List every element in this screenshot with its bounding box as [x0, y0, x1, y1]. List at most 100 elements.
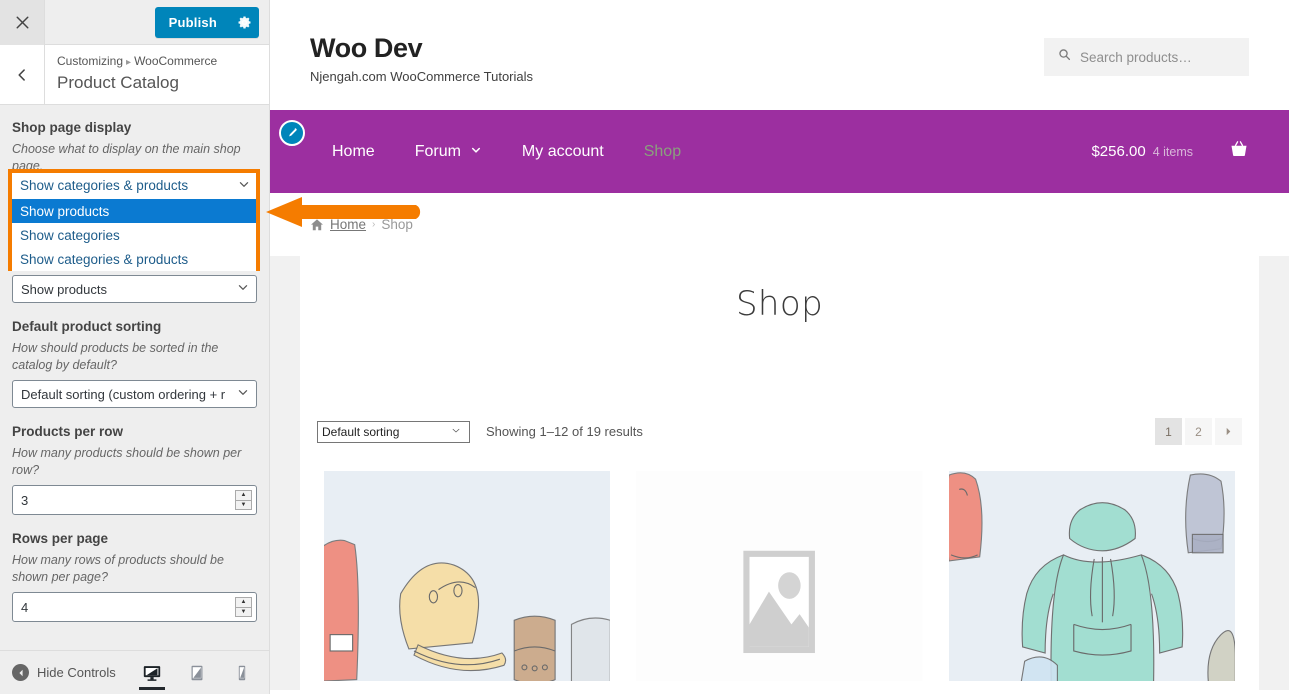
shop-page-title: Shop [735, 284, 824, 324]
close-icon[interactable] [0, 0, 45, 45]
stepper-down-icon[interactable]: ▼ [236, 501, 251, 510]
control-label: Default product sorting [12, 319, 162, 334]
product-thumbnail-1[interactable] [324, 471, 611, 681]
hide-controls-label: Hide Controls [37, 665, 116, 680]
dropdown-option-show-products[interactable]: Show products [12, 199, 256, 223]
search-input[interactable]: Search products… [1044, 38, 1249, 76]
control-description: How many products should be shown per ro… [12, 446, 242, 477]
primary-navigation: Home Forum My account Shop $256.004 ite [270, 110, 1289, 193]
site-preview: Woo Dev Njengah.com WooCommerce Tutorial… [270, 0, 1289, 694]
catalog-ordering-select[interactable]: Default sorting [317, 420, 470, 443]
control-description: How should products be sorted in the cat… [12, 341, 219, 372]
dropdown-option-show-categories[interactable]: Show categories [12, 223, 256, 247]
quantity-stepper[interactable]: ▲ ▼ [235, 597, 252, 617]
breadcrumb-section: WooCommerce [134, 54, 218, 68]
device-tablet-button[interactable] [184, 655, 210, 691]
nav-item-label: My account [521, 142, 604, 160]
customizer-sidebar: Publish Customizing ▸ WooCommerce Produc… [0, 0, 270, 694]
collapse-arrow-icon [12, 664, 29, 681]
home-icon [311, 218, 323, 230]
quantity-stepper[interactable]: ▲ ▼ [235, 490, 252, 510]
chevron-down-icon [451, 425, 461, 438]
product-thumbnail-2-placeholder[interactable] [636, 471, 923, 681]
select-value: Show products [21, 281, 107, 297]
nav-item-home[interactable]: Home [312, 141, 395, 163]
chevron-down-icon [470, 141, 482, 163]
search-placeholder: Search products… [1080, 49, 1192, 65]
cart-summary[interactable]: $256.00 4 items [1091, 139, 1249, 164]
breadcrumb-current: Shop [381, 217, 413, 232]
customizer-controls: Shop page display Choose what to display… [0, 105, 269, 650]
control-label: Shop page display [12, 120, 132, 135]
publish-button-group[interactable]: Publish [154, 7, 259, 38]
gear-icon[interactable] [229, 7, 259, 38]
basket-icon[interactable] [1229, 139, 1249, 164]
stepper-up-icon[interactable]: ▲ [236, 491, 251, 501]
control-description: How many rows of products should be show… [12, 553, 224, 584]
default-product-sorting-select[interactable]: Default sorting (custom ordering + r [12, 380, 257, 408]
dropdown-option-show-categories-products[interactable]: Show categories & products [12, 247, 256, 271]
device-desktop-button[interactable] [139, 655, 165, 691]
nav-item-label: Forum [414, 142, 461, 160]
shop-page-display-dropdown-open[interactable]: Show categories & products Show products… [8, 169, 260, 271]
stepper-down-icon[interactable]: ▼ [236, 608, 251, 617]
publish-button[interactable]: Publish [155, 7, 229, 38]
hide-controls-button[interactable]: Hide Controls [12, 664, 116, 681]
nav-item-forum[interactable]: Forum [395, 141, 502, 163]
device-preview-switcher [139, 651, 255, 694]
pagination-page-2[interactable]: 2 [1185, 418, 1212, 445]
breadcrumb-separator: ▸ [126, 57, 132, 68]
shop-page-display-select[interactable]: Show products [12, 275, 257, 303]
dropdown-current-value[interactable]: Show categories & products [12, 173, 256, 199]
cart-item-count: 4 items [1152, 144, 1193, 159]
chevron-down-icon [238, 178, 250, 193]
control-products-per-row: Products per row How many products shoul… [12, 423, 257, 515]
product-thumbnail-3[interactable] [948, 471, 1235, 681]
control-label: Rows per page [12, 531, 109, 546]
pagination-page-1[interactable]: 1 [1155, 418, 1182, 445]
control-label: Products per row [12, 424, 124, 439]
number-value: 4 [21, 599, 29, 615]
device-mobile-button[interactable] [229, 655, 255, 691]
customizer-panel-header: Customizing ▸ WooCommerce Product Catalog [0, 45, 269, 105]
customizer-topbar: Publish [0, 0, 269, 45]
nav-item-my-account[interactable]: My account [502, 141, 624, 163]
chevron-left-icon[interactable] [0, 45, 45, 104]
cart-text: $256.00 4 items [1091, 143, 1193, 161]
select-value: Default sorting (custom ordering + r [21, 386, 226, 402]
nav-item-label: Home [332, 142, 375, 160]
dropdown-current-label: Show categories & products [20, 178, 189, 193]
shop-page-outer: Shop Default sorting Showing 1–12 of 19 … [270, 256, 1289, 690]
rows-per-page-input[interactable]: 4 ▲ ▼ [12, 592, 257, 622]
breadcrumb-root: Customizing [57, 54, 124, 68]
shop-page-content: Shop Default sorting Showing 1–12 of 19 … [300, 256, 1259, 690]
site-tagline: Njengah.com WooCommerce Tutorials [310, 69, 534, 84]
customizer-titles: Customizing ▸ WooCommerce Product Catalog [45, 45, 229, 104]
site-branding: Woo Dev Njengah.com WooCommerce Tutorial… [310, 32, 533, 85]
breadcrumb-home-link[interactable]: Home [330, 217, 366, 232]
shop-toolbar: Default sorting Showing 1–12 of 19 resul… [314, 418, 1245, 445]
result-count: Showing 1–12 of 19 results [486, 424, 643, 439]
next-page-icon[interactable] [1215, 418, 1242, 445]
nav-item-label: Shop [643, 142, 682, 160]
pagination: 1 2 [1155, 418, 1242, 445]
site-header: Woo Dev Njengah.com WooCommerce Tutorial… [270, 0, 1289, 110]
product-grid [314, 471, 1245, 681]
cart-amount: $256.00 [1091, 142, 1146, 160]
nav-items: Home Forum My account Shop [312, 141, 701, 163]
breadcrumb-bar: Home › Shop [270, 193, 1289, 256]
page-title: Product Catalog [57, 73, 179, 92]
nav-item-shop[interactable]: Shop [624, 141, 701, 163]
stepper-up-icon[interactable]: ▲ [236, 598, 251, 608]
breadcrumb: Customizing ▸ WooCommerce [57, 54, 217, 70]
site-title[interactable]: Woo Dev [310, 32, 533, 64]
breadcrumb-separator: › [372, 219, 376, 230]
control-rows-per-page: Rows per page How many rows of products … [12, 530, 257, 622]
products-per-row-input[interactable]: 3 ▲ ▼ [12, 485, 257, 515]
control-default-product-sorting: Default product sorting How should produ… [12, 318, 257, 408]
breadcrumb: Home › Shop [310, 217, 413, 232]
number-value: 3 [21, 492, 29, 508]
customizer-footer: Hide Controls [0, 650, 269, 694]
search-icon [1058, 48, 1071, 66]
pencil-edit-icon[interactable] [279, 120, 305, 146]
